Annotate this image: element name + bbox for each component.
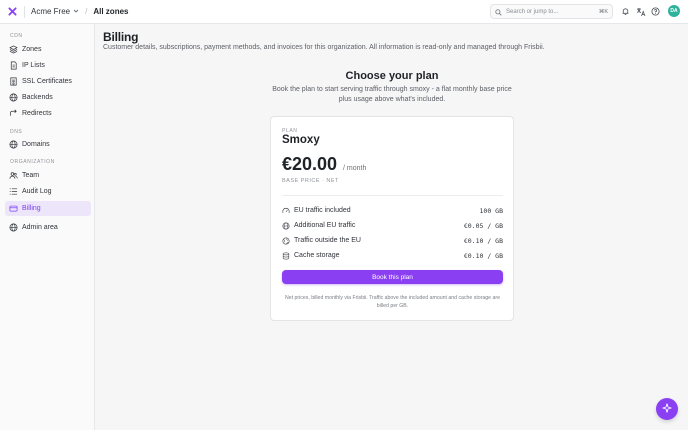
page-title: Billing <box>103 30 139 44</box>
plan-name: Smoxy <box>282 134 320 146</box>
plan-section-title: Choose your plan <box>345 70 439 82</box>
document-icon <box>9 61 18 70</box>
feature-row: Cache storage €0.10 / GB <box>282 250 503 261</box>
sidebar-item-label: Admin area <box>22 224 58 231</box>
sidebar-item-label: Zones <box>22 46 42 53</box>
search-placeholder: Search or jump to... <box>506 8 559 15</box>
section-title-cdn: CDN <box>10 33 23 39</box>
sidebar-item-zones[interactable]: Zones <box>5 42 91 57</box>
globe-icon <box>282 221 290 230</box>
sidebar-item-ssl-certificates[interactable]: SSL Certificates <box>5 74 91 89</box>
search-input[interactable]: Search or jump to... ⌘K <box>490 4 613 19</box>
org-switcher[interactable]: Acme Free <box>31 7 79 16</box>
search-shortcut: ⌘K <box>598 8 608 15</box>
feature-row: Traffic outside the EU €0.10 / GB <box>282 235 503 246</box>
sidebar-item-domains[interactable]: Domains <box>5 137 91 152</box>
billing-footnote: Net prices, billed monthly via Frisbii. … <box>284 295 500 309</box>
certificate-icon <box>9 77 18 86</box>
globe-alt-icon <box>282 236 290 245</box>
sidebar-item-label: Audit Log <box>22 188 52 195</box>
feature-label: Additional EU traffic <box>294 222 356 229</box>
assistant-button[interactable] <box>656 398 678 420</box>
plan-price: €20.00 <box>282 154 338 174</box>
sidebar-item-redirects[interactable]: Redirects <box>5 106 91 121</box>
sidebar-item-admin-area[interactable]: Admin area <box>5 220 91 235</box>
database-icon <box>282 251 290 260</box>
divider <box>282 195 503 196</box>
sidebar-item-billing[interactable]: Billing <box>5 201 91 216</box>
sidebar-item-backends[interactable]: Backends <box>5 90 91 105</box>
feature-value: €0.10 / GB <box>463 251 503 260</box>
feature-value: €0.05 / GB <box>463 221 503 230</box>
credit-card-icon <box>9 204 18 213</box>
sparkle-icon <box>662 400 672 418</box>
sidebar-item-label: IP Lists <box>22 62 45 69</box>
section-title-organization: ORGANIZATION <box>10 159 55 165</box>
globe-icon <box>9 93 18 102</box>
sidebar-item-label: Backends <box>22 94 53 101</box>
feature-value: €0.10 / GB <box>463 236 503 245</box>
list-icon <box>9 187 18 196</box>
redirect-icon <box>9 109 18 118</box>
base-price-note: BASE PRICE · NET <box>282 178 339 184</box>
sidebar-item-ip-lists[interactable]: IP Lists <box>5 58 91 73</box>
gauge-icon <box>282 207 290 215</box>
translate-icon[interactable] <box>635 6 646 17</box>
bell-icon[interactable] <box>620 6 631 17</box>
feature-row: Additional EU traffic €0.05 / GB <box>282 220 503 231</box>
divider <box>24 5 25 18</box>
chevron-down-icon <box>73 7 79 16</box>
avatar[interactable]: DA <box>668 5 680 17</box>
sidebar-item-label: Domains <box>22 141 50 148</box>
team-icon <box>9 171 18 180</box>
feature-label: Traffic outside the EU <box>294 237 361 244</box>
page-subtitle: Customer details, subscriptions, payment… <box>103 44 545 51</box>
logo-icon[interactable] <box>0 0 24 24</box>
feature-label: EU traffic included <box>294 207 351 214</box>
sidebar: CDN Zones IP Lists SSL Certificates Back… <box>0 24 95 430</box>
help-icon[interactable] <box>650 6 661 17</box>
sidebar-item-label: Redirects <box>22 110 52 117</box>
breadcrumb-separator: / <box>85 7 88 16</box>
globe-icon <box>9 140 18 149</box>
feature-row: EU traffic included 100 GB <box>282 205 503 216</box>
org-name: Acme Free <box>31 7 71 16</box>
feature-value: 100 GB <box>479 206 503 215</box>
plan-card: PLAN Smoxy €20.00 / month BASE PRICE · N… <box>270 116 514 321</box>
book-plan-button[interactable]: Book this plan <box>282 270 503 284</box>
feature-label: Cache storage <box>294 252 340 259</box>
search-icon <box>495 3 502 21</box>
zone-scope[interactable]: All zones <box>93 7 128 16</box>
zones-icon <box>9 45 18 54</box>
plan-section-subtitle: Book the plan to start serving traffic t… <box>272 86 512 103</box>
plan-period: / month <box>343 165 367 172</box>
globe-icon <box>9 223 18 232</box>
sidebar-item-label: Billing <box>22 205 41 212</box>
section-title-dns: DNS <box>10 129 23 135</box>
sidebar-item-label: SSL Certificates <box>22 78 72 85</box>
sidebar-item-label: Team <box>22 172 40 179</box>
top-bar: Acme Free / All zones Search or jump to.… <box>0 0 688 24</box>
sidebar-item-team[interactable]: Team <box>5 168 91 183</box>
sidebar-item-audit-log[interactable]: Audit Log <box>5 184 91 199</box>
